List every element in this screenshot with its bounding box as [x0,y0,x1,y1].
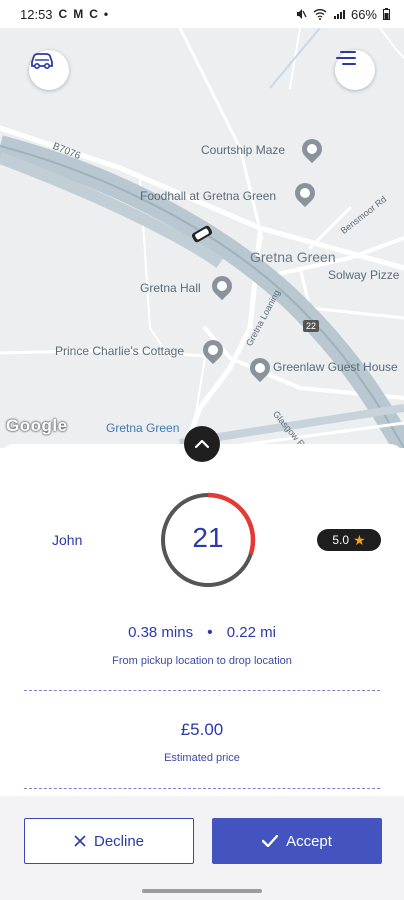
map-roads [0,28,404,448]
status-left: 12:53 C M C • [20,7,108,22]
metrics-separator: • [207,624,213,641]
map-label-greenlaw: Greenlaw Guest House [273,360,398,374]
decline-label: Decline [93,832,145,850]
wifi-icon [313,9,327,20]
accept-label: Accept [286,832,332,850]
map-label-gretna-hall: Gretna Hall [140,281,201,295]
status-right: 66% [295,7,390,22]
driver-name: John [52,532,83,548]
battery-icon [383,8,390,20]
map-label-foodhall: Foodhall at Gretna Green [140,189,277,203]
check-icon [262,835,279,847]
rating-badge: 5.0 ★ [317,529,381,551]
countdown-value: 21 [192,522,224,553]
menu-button[interactable] [335,50,375,90]
divider-bottom [24,788,380,789]
road-shield-22: 22 [303,320,320,332]
notification-icon-mail: M [73,7,84,21]
trip-distance: 0.22 mi [226,624,276,641]
collapse-sheet-button[interactable] [184,426,220,462]
close-icon [74,835,86,847]
map-label-gretna-green-station: Gretna Green [106,421,180,435]
status-bar: 12:53 C M C • 66% [0,0,404,28]
notification-icon-dot: • [103,7,109,21]
map-view[interactable]: B7076 Courtship Maze Foodhall at Gretna … [0,28,404,448]
estimated-price: £5.00 [180,720,224,739]
star-icon: ★ [353,531,366,548]
chevron-up-icon [194,439,210,449]
trip-metrics: 0.38 mins • 0.22 mi [0,624,404,641]
accept-button[interactable]: Accept [212,818,382,864]
google-logo: Google [6,416,68,435]
price-caption: Estimated price [164,752,240,764]
home-indicator[interactable] [142,889,262,893]
battery-level: 66% [350,6,377,22]
signal-icon [333,10,345,19]
trip-duration: 0.38 mins [128,624,194,641]
rating-value: 5.0 [332,533,350,547]
notification-icon-c1: C [58,7,68,21]
map-label-solway-pizza: Solway Pizze [328,268,400,282]
map-label-gretna-green: Gretna Green [250,249,336,265]
car-icon [31,53,53,70]
vehicle-button[interactable] [29,50,69,90]
divider-top [24,690,380,691]
decline-button[interactable]: Decline [24,818,194,864]
map-label-prince-charlies: Prince Charlie's Cottage [55,344,185,358]
menu-icon [336,51,356,65]
trip-caption: From pickup location to drop location [112,655,292,667]
status-time: 12:53 [20,6,53,22]
map-label-courtship-maze: Courtship Maze [201,143,286,157]
mute-icon [296,9,307,19]
notification-icon-c2: C [89,7,98,21]
